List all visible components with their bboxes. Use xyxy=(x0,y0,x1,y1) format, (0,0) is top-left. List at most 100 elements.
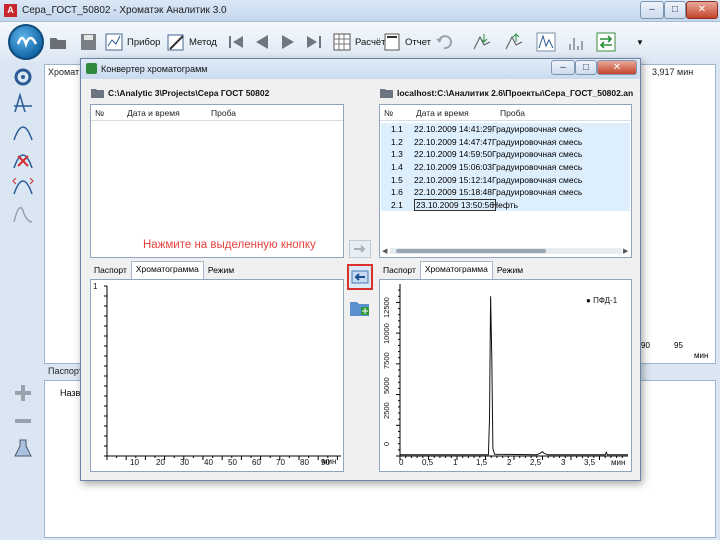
method-button[interactable]: Метод xyxy=(166,30,217,54)
col-sample[interactable]: Проба xyxy=(211,108,236,118)
last-button[interactable] xyxy=(304,30,324,54)
first-button[interactable] xyxy=(226,30,246,54)
dialog-minimize-button[interactable]: – xyxy=(551,60,575,75)
tab-chromatogram-left[interactable]: Хроматограмма xyxy=(130,261,204,279)
minimize-button[interactable]: – xyxy=(640,1,664,19)
dialog-maximize-button[interactable]: □ xyxy=(575,60,597,75)
calculator-icon xyxy=(333,33,351,51)
col-datetime[interactable]: Дата и время xyxy=(416,108,469,118)
table-row[interactable]: 2.1 23.10.2009 13:50:56 Нефть xyxy=(381,198,630,212)
row-datetime: 22.10.2009 15:06:03 xyxy=(414,162,492,173)
scrollbar-thumb[interactable] xyxy=(396,249,546,253)
background-column-header: Назв xyxy=(60,388,81,398)
report-label: Отчет xyxy=(405,36,432,48)
tab-mode-left[interactable]: Режим xyxy=(204,263,238,279)
previous-button[interactable] xyxy=(252,30,272,54)
add-icon[interactable] xyxy=(12,382,34,404)
left-list[interactable]: № Дата и время Проба xyxy=(90,104,344,258)
table-row[interactable]: 1.4 22.10.2009 15:06:03 Градуировочная сме… xyxy=(381,160,630,174)
flask-icon[interactable] xyxy=(12,438,34,460)
save-button[interactable] xyxy=(78,30,98,54)
table-row[interactable]: 1.3 22.10.2009 14:59:50 Градуировочная сме… xyxy=(381,148,630,161)
row-sample: Градуировочная смесь xyxy=(492,136,583,147)
close-button[interactable]: ✕ xyxy=(686,1,718,19)
title-bar: A Сера_ГОСТ_50802 - Хроматэк Аналитик 3.… xyxy=(0,0,720,22)
right-tabs: Паспорт Хроматограмма Режим xyxy=(379,261,632,279)
bar-spectrum-icon xyxy=(569,38,583,50)
undo-button[interactable] xyxy=(434,30,454,54)
method-icon xyxy=(167,34,184,51)
tab-chromatogram-right[interactable]: Хроматограмма xyxy=(419,261,493,279)
peak-bounds-icon[interactable] xyxy=(12,174,34,196)
next-button[interactable] xyxy=(278,30,298,54)
chromatogram-view-button[interactable] xyxy=(536,30,556,54)
toolbar-more-icon[interactable]: ▼ xyxy=(636,30,644,54)
copy-left-button[interactable] xyxy=(347,264,373,290)
tab-passport-left[interactable]: Паспорт xyxy=(90,263,131,279)
open-folder-button[interactable] xyxy=(48,30,68,54)
row-datetime: 22.10.2009 15:18:48 xyxy=(414,187,492,198)
scroll-left-icon[interactable]: ◀ xyxy=(382,247,387,255)
next-icon xyxy=(282,35,294,49)
col-num[interactable]: № xyxy=(95,108,104,118)
copy-right-button[interactable] xyxy=(349,240,371,258)
left-x-tick: 40 xyxy=(204,458,213,467)
calculation-button[interactable]: Расчёт xyxy=(332,30,386,54)
row-datetime: 23.10.2009 13:50:56 xyxy=(414,198,496,211)
device-label: Прибор xyxy=(127,36,161,48)
table-row[interactable]: 1.2 22.10.2009 14:47:47 Градуировочная сме… xyxy=(381,135,630,149)
gear-icon[interactable] xyxy=(12,66,34,88)
right-list[interactable]: № Дата и время Проба 1.1 22.10.2009 14:41… xyxy=(379,104,632,258)
delete-peak-icon[interactable] xyxy=(12,148,34,170)
row-number: 1.3 xyxy=(391,149,403,160)
right-x-tick: 1 xyxy=(453,458,458,467)
chart-line-icon xyxy=(536,32,556,52)
baseline-icon[interactable] xyxy=(12,92,34,114)
report-button[interactable]: Отчет xyxy=(382,30,431,54)
right-x-unit: мин xyxy=(611,458,626,467)
maximize-button[interactable]: □ xyxy=(664,1,686,19)
left-x-tick: 20 xyxy=(156,458,165,467)
left-x-tick: 70 xyxy=(276,458,285,467)
device-button[interactable]: Прибор xyxy=(104,30,160,54)
remove-icon[interactable] xyxy=(12,410,34,432)
scroll-right-icon[interactable]: ▶ xyxy=(623,247,628,255)
col-datetime[interactable]: Дата и время xyxy=(127,108,180,118)
background-x-tick: 90 xyxy=(641,341,650,350)
row-datetime: 22.10.2009 14:59:50 xyxy=(414,149,492,160)
col-num[interactable]: № xyxy=(384,108,393,118)
row-datetime: 22.10.2009 14:47:47 xyxy=(414,136,492,147)
converter-button[interactable] xyxy=(596,30,616,54)
row-number: 1.1 xyxy=(391,124,403,135)
peak-icon[interactable] xyxy=(12,120,34,142)
row-number: 2.1 xyxy=(391,199,403,210)
background-tab[interactable]: Хромат xyxy=(48,67,79,77)
legend-series-name: ПФД-1 xyxy=(593,296,618,305)
toolbar: Прибор Метод Расчёт Отчет ▼ xyxy=(0,22,720,62)
right-x-tick: 3,5 xyxy=(584,458,596,467)
left-x-tick: 50 xyxy=(228,458,237,467)
new-project-button[interactable] xyxy=(349,298,371,318)
row-sample: Градуировочная смесь xyxy=(492,149,583,160)
left-x-tick: 30 xyxy=(180,458,189,467)
right-path: localhost:C:\Аналитик 2.6\Проекты\Сера_Г… xyxy=(397,88,633,98)
background-passport-tab[interactable]: Паспорт xyxy=(48,366,83,376)
peak-down-button[interactable] xyxy=(472,30,492,54)
tail-peak-icon[interactable] xyxy=(12,202,34,224)
table-row[interactable]: 1.5 22.10.2009 15:12:14 Градуировочная сме… xyxy=(381,173,630,186)
row-sample: Градуировочная смесь xyxy=(492,187,583,198)
app-menu-button[interactable] xyxy=(8,24,44,60)
background-time-readout: 3,917 мин xyxy=(652,67,694,77)
peak-arrow-icon xyxy=(473,34,491,50)
tab-mode-right[interactable]: Режим xyxy=(493,263,527,279)
table-row[interactable]: 1.1 22.10.2009 14:41:29 Градуировочная сме… xyxy=(381,123,630,136)
convert-arrows-icon xyxy=(596,32,616,52)
row-datetime: 22.10.2009 15:12:14 xyxy=(414,174,492,185)
horizontal-scrollbar[interactable] xyxy=(390,248,622,254)
col-sample[interactable]: Проба xyxy=(500,108,525,118)
spectrum-view-button[interactable] xyxy=(566,30,586,54)
tab-passport-right[interactable]: Паспорт xyxy=(379,263,420,279)
dialog-close-button[interactable]: ✕ xyxy=(597,60,637,75)
table-row[interactable]: 1.6 22.10.2009 15:18:48 Градуировочная сме… xyxy=(381,186,630,199)
peak-up-button[interactable] xyxy=(504,30,524,54)
